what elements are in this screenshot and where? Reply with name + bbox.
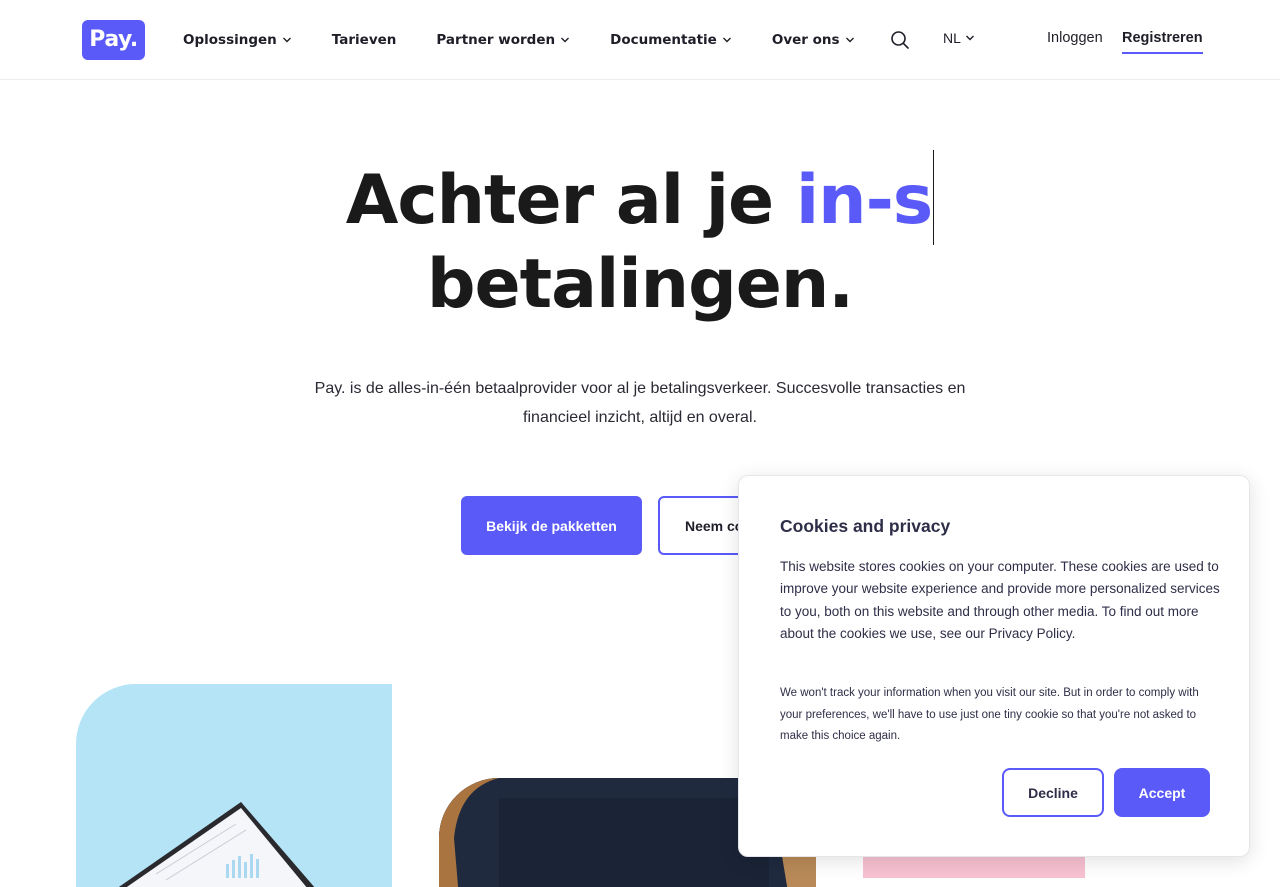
chevron-down-icon xyxy=(965,35,974,41)
nav-item-label: Oplossingen xyxy=(183,32,277,48)
chevron-down-icon xyxy=(845,37,854,43)
chevron-down-icon xyxy=(282,37,291,43)
view-packages-button[interactable]: Bekijk de pakketten xyxy=(461,496,642,555)
cookie-description: This website stores cookies on your comp… xyxy=(780,559,1220,641)
hero-title-line2: betalingen. xyxy=(426,245,854,324)
nav-item-label: Documentatie xyxy=(610,32,717,48)
search-icon[interactable] xyxy=(889,29,911,51)
hero-subtitle: Pay. is de alles-in-één betaalprovider v… xyxy=(314,380,966,426)
nav-item-label: Partner worden xyxy=(436,32,556,48)
main-nav: Oplossingen Tarieven Partner worden Docu… xyxy=(183,0,895,80)
language-label: NL xyxy=(943,30,961,46)
hero-title: Achter al je in-s xyxy=(0,150,1280,245)
cookie-preference-note: We won't track your information when you… xyxy=(780,687,1199,742)
laptop-illustration xyxy=(118,802,315,887)
nav-item-label: Tarieven xyxy=(331,32,397,48)
nav-item-documentatie[interactable]: Documentatie xyxy=(610,32,732,48)
nav-item-oplossingen[interactable]: Oplossingen xyxy=(183,32,292,48)
typing-caret xyxy=(933,150,935,245)
nav-item-label: Over ons xyxy=(771,32,840,48)
nav-item-tarieven[interactable]: Tarieven xyxy=(332,32,397,48)
register-link[interactable]: Registreren xyxy=(1122,30,1203,54)
chevron-down-icon xyxy=(722,37,731,43)
hero-title-prefix: Achter al je xyxy=(345,161,796,240)
nav-item-partner-worden[interactable]: Partner worden xyxy=(436,32,570,48)
site-header: Pay. Oplossingen Tarieven Partner worden… xyxy=(0,0,1280,80)
hero-title-typed: in-s xyxy=(795,161,933,240)
decline-button[interactable]: Decline xyxy=(1002,768,1104,817)
nav-item-over-ons[interactable]: Over ons xyxy=(772,32,855,48)
cookie-title: Cookies and privacy xyxy=(780,516,951,536)
pay-logo[interactable]: Pay. xyxy=(82,20,145,60)
cookie-banner: Cookies and privacy This website stores … xyxy=(738,475,1250,857)
login-link[interactable]: Inloggen xyxy=(1047,30,1103,46)
dashboard-image-card xyxy=(76,684,392,887)
chevron-down-icon xyxy=(561,37,570,43)
language-selector[interactable]: NL xyxy=(943,30,975,46)
accept-button[interactable]: Accept xyxy=(1114,768,1210,817)
